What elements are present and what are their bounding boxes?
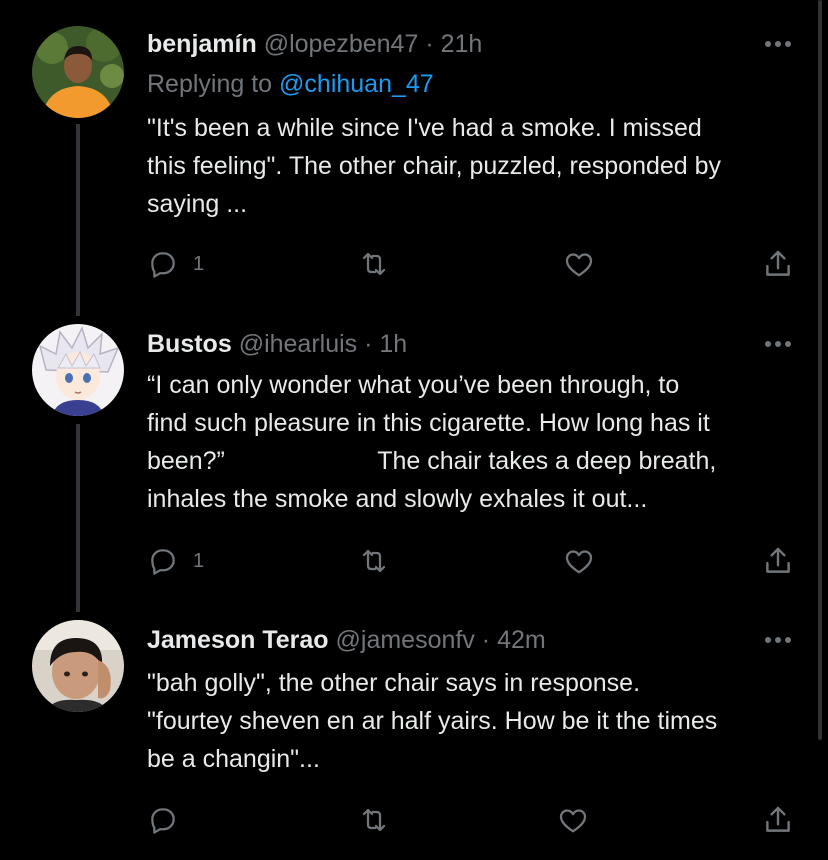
avatar-anime-icon: [32, 324, 124, 416]
mention-link[interactable]: @chihuan_47: [279, 70, 434, 98]
avatar-photo-icon: [32, 620, 124, 712]
tweet-header: Bustos @ihearluis · 1h: [147, 326, 407, 362]
scrollbar[interactable]: [818, 0, 822, 740]
tweet-text: "It's been a while since I've had a smok…: [147, 114, 722, 218]
retweet-icon: [362, 808, 386, 832]
avatar-photo-icon: [32, 26, 124, 118]
reply-button[interactable]: 1: [147, 244, 204, 284]
heart-icon: [565, 550, 593, 574]
tweet[interactable]: Bustos @ihearluis · 1h “I can only wonde…: [0, 310, 828, 610]
tweet-actions: 1: [147, 541, 807, 581]
retweet-button[interactable]: [357, 244, 391, 284]
author-name[interactable]: benjamín: [147, 30, 257, 58]
retweet-icon: [362, 549, 386, 573]
author-handle[interactable]: @jamesonfv: [336, 626, 475, 654]
separator-dot: ·: [364, 330, 373, 358]
reply-icon: [151, 808, 175, 834]
share-button[interactable]: [761, 800, 795, 840]
like-button[interactable]: [563, 244, 595, 284]
like-button[interactable]: [563, 541, 595, 581]
author-handle[interactable]: @ihearluis: [239, 330, 357, 358]
tweet-text: "bah golly", the other chair says in res…: [147, 669, 718, 773]
tweet[interactable]: benjamín @lopezben47 · 21h Replying to @…: [0, 0, 828, 310]
more-options-button[interactable]: [760, 32, 796, 56]
separator-dot: ·: [425, 30, 434, 58]
tweet-header: Jameson Terao @jamesonfv · 42m: [147, 622, 546, 658]
timestamp[interactable]: 1h: [379, 330, 407, 358]
share-icon: [766, 250, 790, 276]
reply-icon: [151, 252, 175, 278]
heart-icon: [559, 809, 587, 833]
tweet-actions: 1: [147, 244, 807, 284]
timestamp[interactable]: 21h: [441, 30, 483, 58]
more-options-button[interactable]: [760, 332, 796, 356]
author-name[interactable]: Bustos: [147, 330, 232, 358]
author-name[interactable]: Jameson Terao: [147, 626, 329, 654]
tweet-actions: [147, 800, 807, 840]
reply-icon: [151, 549, 175, 575]
share-icon: [766, 547, 790, 573]
avatar[interactable]: [32, 620, 124, 712]
retweet-icon: [362, 252, 386, 276]
reply-button[interactable]: [147, 800, 179, 840]
heart-icon: [565, 253, 593, 277]
reply-count: 1: [193, 252, 205, 275]
tweet-text: “I can only wonder what you’ve been thro…: [147, 371, 717, 513]
replying-to-line: Replying to @chihuan_47: [147, 66, 434, 102]
share-button[interactable]: [761, 541, 795, 581]
avatar[interactable]: [32, 324, 124, 416]
more-horizontal-icon: [765, 41, 791, 47]
reply-count: 1: [193, 549, 205, 572]
separator-dot: ·: [481, 626, 491, 654]
tweet-header: benjamín @lopezben47 · 21h: [147, 26, 482, 62]
like-button[interactable]: [557, 800, 589, 840]
share-icon: [766, 806, 790, 832]
more-options-button[interactable]: [760, 628, 796, 652]
tweet[interactable]: Jameson Terao @jamesonfv · 42m "bah goll…: [0, 610, 828, 860]
share-button[interactable]: [761, 244, 795, 284]
retweet-button[interactable]: [357, 541, 391, 581]
tweet-thread: benjamín @lopezben47 · 21h Replying to @…: [0, 0, 828, 860]
reply-button[interactable]: 1: [147, 541, 204, 581]
author-handle[interactable]: @lopezben47: [264, 30, 419, 58]
timestamp[interactable]: 42m: [497, 626, 546, 654]
retweet-button[interactable]: [357, 800, 391, 840]
avatar[interactable]: [32, 26, 124, 118]
more-horizontal-icon: [765, 637, 791, 643]
replying-to-label: Replying to: [147, 70, 273, 98]
more-horizontal-icon: [765, 341, 791, 347]
